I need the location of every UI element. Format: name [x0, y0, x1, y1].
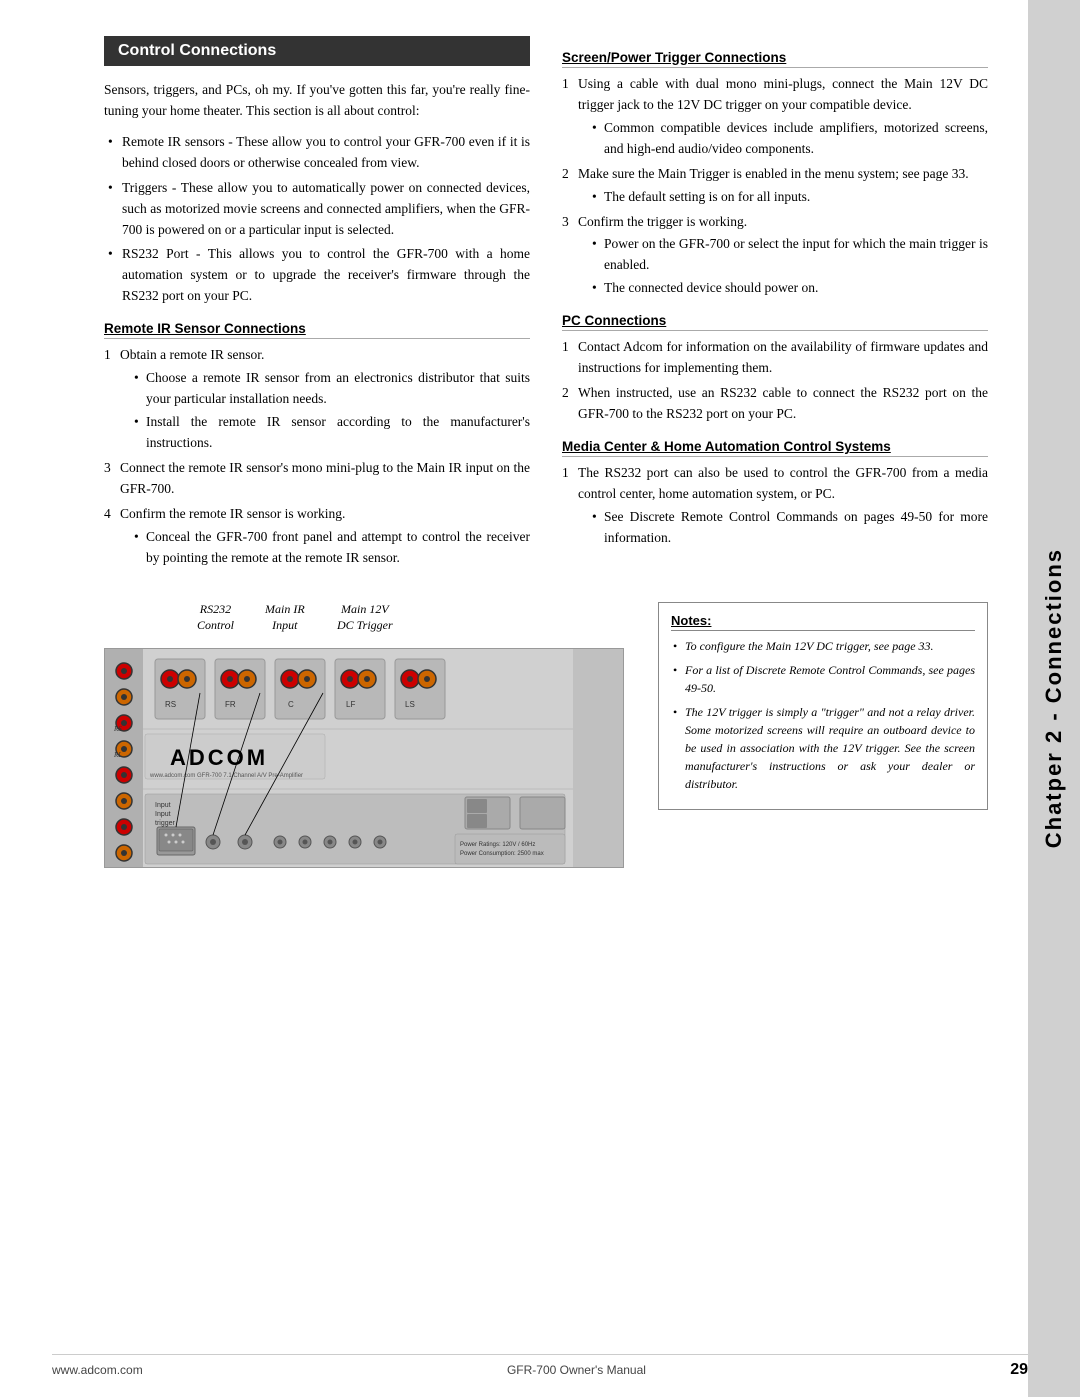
footer-manual: GFR-700 Owner's Manual [507, 1363, 646, 1377]
side-tab-text: Chatper 2 - Connections [1041, 548, 1067, 848]
trigger-sub-1: Common compatible devices include amplif… [590, 118, 988, 160]
section-title: Control Connections [104, 36, 530, 66]
receiver-diagram: RS RL RS [104, 648, 624, 868]
side-tab: Chatper 2 - Connections [1028, 0, 1080, 1397]
footer: www.adcom.com GFR-700 Owner's Manual 29 [52, 1354, 1028, 1379]
trigger-step-1: 1 Using a cable with dual mono mini-plug… [562, 74, 988, 160]
ir-step-4: 4 Confirm the remote IR sensor is workin… [104, 504, 530, 569]
svg-text:Power Consumption: 2500 max: Power Consumption: 2500 max [460, 851, 544, 857]
pc-numbered-list: 1 Contact Adcom for information on the a… [562, 337, 988, 425]
note-1: To configure the Main 12V DC trigger, se… [671, 637, 975, 655]
left-column: Control Connections Sensors, triggers, a… [104, 36, 530, 578]
diagram-labels-row: RS232 Control Main IR Input Main 12V DC … [169, 602, 634, 646]
footer-website: www.adcom.com [52, 1363, 143, 1377]
trigger-step-2: 2 Make sure the Main Trigger is enabled … [562, 164, 988, 208]
ir-step-3: 3 Connect the remote IR sensor's mono mi… [104, 458, 530, 500]
ir-step-1: 1 Obtain a remote IR sensor. Choose a re… [104, 345, 530, 454]
note-3: The 12V trigger is simply a "trigger" an… [671, 703, 975, 793]
subsection-title-ir: Remote IR Sensor Connections [104, 321, 530, 339]
ir-sub-1: Choose a remote IR sensor from an electr… [132, 368, 530, 410]
ir-numbered-list: 1 Obtain a remote IR sensor. Choose a re… [104, 345, 530, 568]
label-main-ir: Main IR Input [265, 602, 305, 633]
svg-text:Power Ratings: 120V / 60Hz: Power Ratings: 120V / 60Hz [460, 842, 535, 848]
intro-bullet-list: Remote IR sensors - These allow you to c… [104, 132, 530, 307]
right-column: Screen/Power Trigger Connections 1 Using… [562, 36, 988, 578]
media-sub-1: See Discrete Remote Control Commands on … [590, 507, 988, 549]
bottom-area: RS232 Control Main IR Input Main 12V DC … [104, 602, 988, 868]
svg-text:ADCOM: ADCOM [170, 745, 268, 770]
subsection-title-pc: PC Connections [562, 313, 988, 331]
label-rs232: RS232 Control [197, 602, 234, 633]
media-step-1: 1 The RS232 port can also be used to con… [562, 463, 988, 549]
ir-sub-2: Install the remote IR sensor according t… [132, 412, 530, 454]
svg-text:LS: LS [405, 700, 415, 709]
svg-text:FR: FR [225, 700, 236, 709]
notes-list: To configure the Main 12V DC trigger, se… [671, 637, 975, 793]
note-2: For a list of Discrete Remote Control Co… [671, 661, 975, 697]
svg-text:LF: LF [346, 700, 355, 709]
trigger-step-3: 3 Confirm the trigger is working. Power … [562, 212, 988, 300]
two-column-layout: Control Connections Sensors, triggers, a… [104, 36, 988, 578]
ir-sub-4-1: Conceal the GFR-700 front panel and atte… [132, 527, 530, 569]
svg-text:trigger: trigger [155, 820, 176, 827]
subsection-title-trigger: Screen/Power Trigger Connections [562, 50, 988, 68]
page: Chatper 2 - Connections Control Connecti… [0, 0, 1080, 1397]
svg-text:Input: Input [155, 811, 171, 818]
ir-step-1-subs: Choose a remote IR sensor from an electr… [120, 368, 530, 454]
notes-title: Notes: [671, 613, 975, 631]
bullet-triggers: Triggers - These allow you to automatica… [104, 178, 530, 241]
trigger-sub-3b: The connected device should power on. [590, 278, 988, 299]
content-area: Control Connections Sensors, triggers, a… [52, 0, 1028, 904]
ir-step-4-subs: Conceal the GFR-700 front panel and atte… [120, 527, 530, 569]
notes-box: Notes: To configure the Main 12V DC trig… [658, 602, 988, 810]
bullet-rs232: RS232 Port - This allows you to control … [104, 244, 530, 307]
pc-step-2: 2 When instructed, use an RS232 cable to… [562, 383, 988, 425]
media-numbered-list: 1 The RS232 port can also be used to con… [562, 463, 988, 549]
intro-text: Sensors, triggers, and PCs, oh my. If yo… [104, 80, 530, 122]
svg-text:RS: RS [165, 700, 176, 709]
trigger-numbered-list: 1 Using a cable with dual mono mini-plug… [562, 74, 988, 299]
label-main-12v: Main 12V DC Trigger [337, 602, 393, 633]
pc-step-1: 1 Contact Adcom for information on the a… [562, 337, 988, 379]
svg-text:RL: RL [113, 751, 122, 759]
footer-page: 29 [1010, 1361, 1028, 1379]
subsection-title-media: Media Center & Home Automation Control S… [562, 439, 988, 457]
trigger-sub-2: The default setting is on for all inputs… [590, 187, 988, 208]
diagram-area: RS232 Control Main IR Input Main 12V DC … [104, 602, 634, 868]
bullet-ir-sensors: Remote IR sensors - These allow you to c… [104, 132, 530, 174]
svg-text:Input: Input [155, 802, 171, 809]
trigger-sub-3a: Power on the GFR-700 or select the input… [590, 234, 988, 276]
svg-text:RS: RS [113, 725, 122, 733]
svg-text:C: C [288, 700, 294, 709]
svg-text:www.adcom.com GFR-700 7.1 Ch: www.adcom.com GFR-700 7.1 Channel A/V Pr… [149, 773, 303, 779]
